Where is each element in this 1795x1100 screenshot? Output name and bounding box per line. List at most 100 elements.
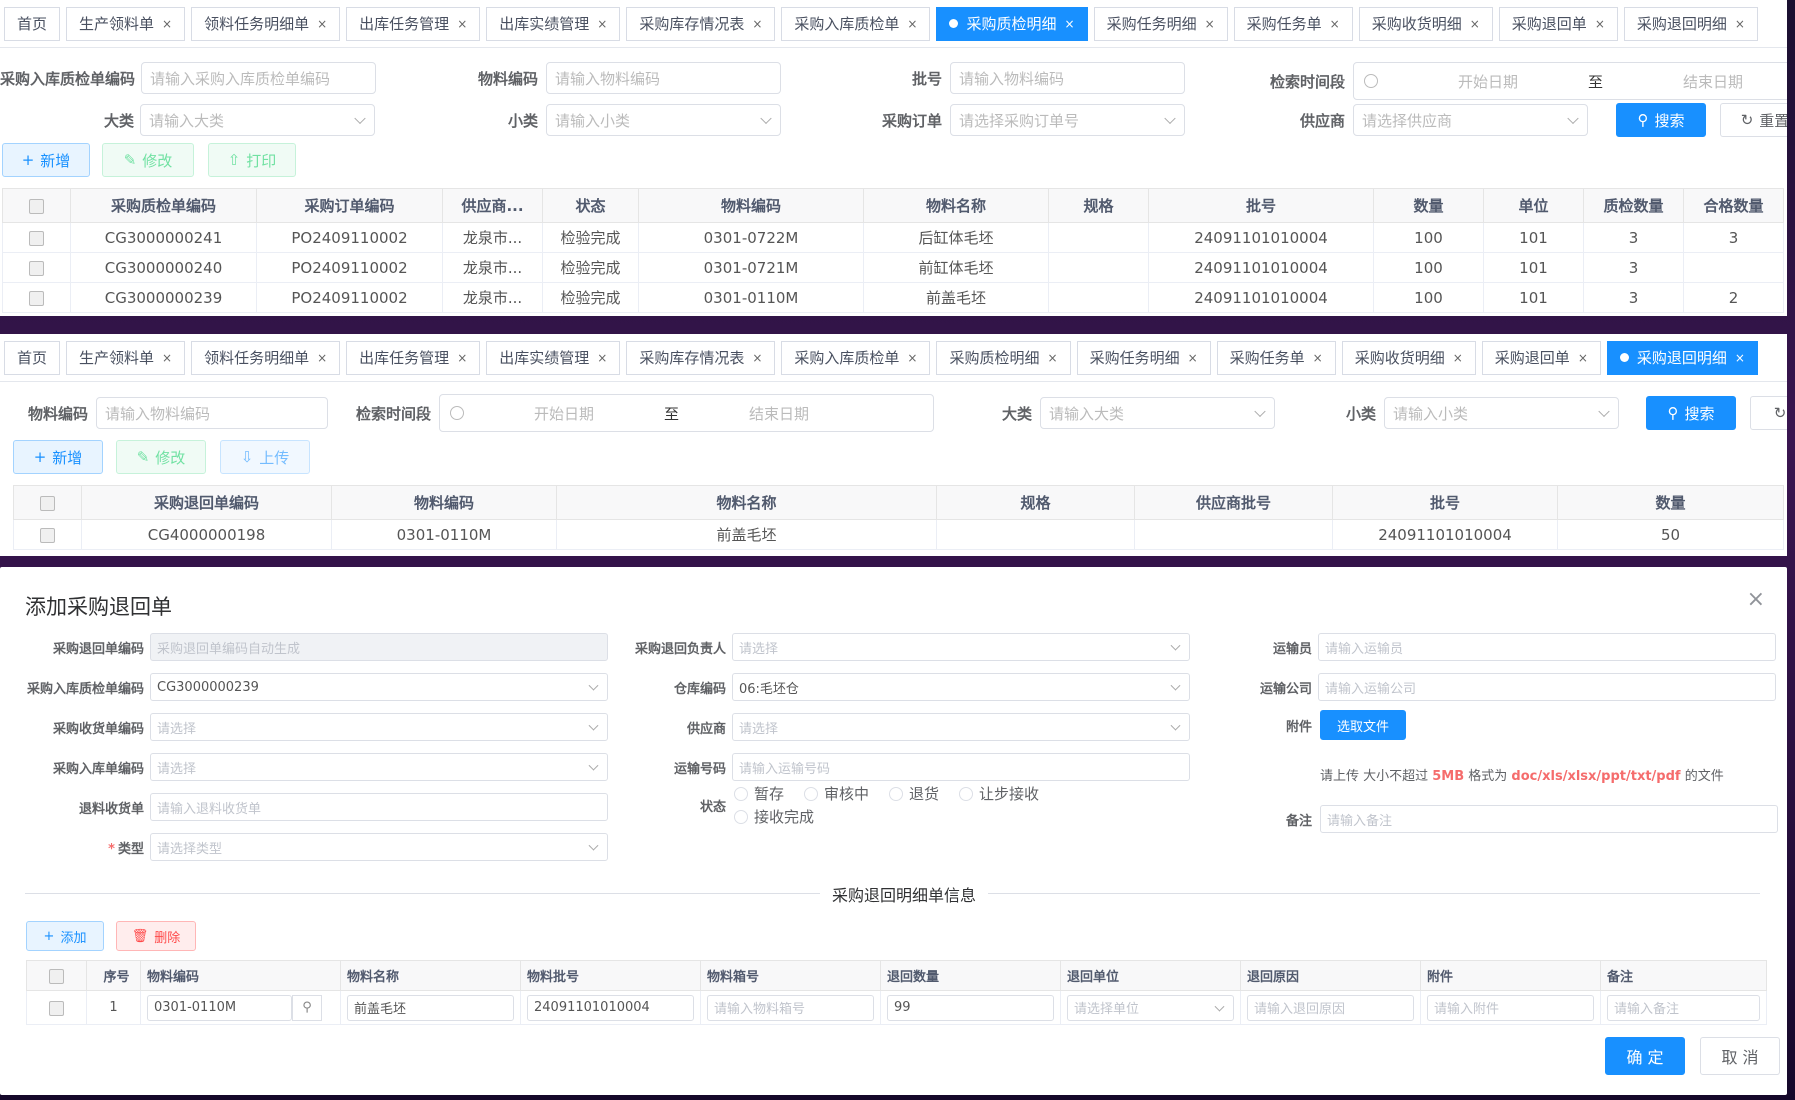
- row-select-cell[interactable]: [26, 990, 87, 1025]
- select-all-cell[interactable]: [13, 485, 82, 520]
- status-radio[interactable]: 让步接收: [959, 783, 1039, 804]
- close-icon[interactable]: ×: [162, 351, 172, 365]
- tab-2[interactable]: 领料任务明细单 ×: [191, 340, 341, 375]
- tab-10[interactable]: 采购收货明细 ×: [1358, 6, 1493, 41]
- edit-button[interactable]: ✎ 修改: [116, 440, 206, 474]
- close-icon[interactable]: ×: [1595, 17, 1605, 31]
- table-row[interactable]: 1 0301-0110M ⚲ 前盖毛坯 24091101010004 请输入物料箱号 99 请…: [26, 990, 1767, 1025]
- close-icon[interactable]: ×: [597, 351, 607, 365]
- po-select[interactable]: 请选择采购订单号: [950, 104, 1186, 136]
- field-input[interactable]: 请输入运输公司: [1318, 673, 1776, 701]
- tab-10[interactable]: 采购收货明细 ×: [1341, 340, 1476, 375]
- row-select-cell[interactable]: [2, 282, 71, 313]
- column-header[interactable]: 物料名称: [556, 485, 937, 520]
- refresh-button[interactable]: ↻: [1750, 396, 1787, 430]
- status-radio[interactable]: 暂存: [734, 783, 784, 804]
- row-checkbox[interactable]: [29, 260, 44, 276]
- small-class-select[interactable]: 请输入小类: [546, 104, 782, 136]
- search-icon[interactable]: ⚲: [292, 994, 322, 1021]
- close-icon[interactable]: ×: [752, 17, 762, 31]
- field-input[interactable]: 请选择: [732, 713, 1190, 741]
- remark-input[interactable]: 请输入备注: [1320, 805, 1778, 833]
- input-qty[interactable]: 99: [887, 994, 1054, 1021]
- column-header[interactable]: 批号: [1332, 485, 1558, 520]
- row-checkbox[interactable]: [29, 230, 44, 246]
- tab-0[interactable]: 首页: [4, 340, 61, 375]
- select-all-cell[interactable]: [26, 960, 87, 991]
- tab-3[interactable]: 出库任务管理 ×: [346, 340, 481, 375]
- column-header[interactable]: 批号: [1148, 188, 1374, 223]
- column-header[interactable]: 附件: [1420, 960, 1601, 991]
- tab-1[interactable]: 生产领料单 ×: [66, 6, 186, 41]
- column-header[interactable]: 单位: [1483, 188, 1584, 223]
- column-header[interactable]: 采购订单编码: [256, 188, 443, 223]
- confirm-button[interactable]: 确 定: [1605, 1037, 1685, 1075]
- tab-9[interactable]: 采购任务单 ×: [1216, 340, 1336, 375]
- tab-12[interactable]: 采购退回明细 ×: [1623, 6, 1758, 41]
- column-header[interactable]: 供应商批号: [1134, 485, 1333, 520]
- close-icon[interactable]: ×: [317, 17, 327, 31]
- tab-8[interactable]: 采购任务明细 ×: [1093, 6, 1228, 41]
- big-class-select[interactable]: 请输入大类: [1040, 397, 1276, 429]
- column-header[interactable]: 物料名称: [863, 188, 1049, 223]
- input-batch[interactable]: 24091101010004: [527, 994, 694, 1021]
- close-icon[interactable]: ×: [1330, 17, 1340, 31]
- column-header[interactable]: 序号: [86, 960, 141, 991]
- tab-1[interactable]: 生产领料单 ×: [66, 340, 186, 375]
- column-header[interactable]: 数量: [1557, 485, 1784, 520]
- field-input[interactable]: CG3000000239: [150, 673, 608, 701]
- column-header[interactable]: 物料编码: [331, 485, 557, 520]
- tab-7[interactable]: 采购质检明细 ×: [936, 340, 1071, 375]
- close-icon[interactable]: ×: [1578, 351, 1588, 365]
- column-header[interactable]: 备注: [1600, 960, 1767, 991]
- tab-4[interactable]: 出库实绩管理 ×: [486, 340, 621, 375]
- column-header[interactable]: 物料箱号: [700, 960, 881, 991]
- tab-7[interactable]: 采购质检明细 ×: [936, 6, 1088, 41]
- input-attach_ph[interactable]: 请输入附件: [1427, 994, 1594, 1021]
- row-select-cell[interactable]: [2, 252, 71, 283]
- field-input[interactable]: 请选择: [150, 753, 608, 781]
- row-select-cell[interactable]: [13, 519, 82, 550]
- close-icon[interactable]: ×: [457, 17, 467, 31]
- close-icon[interactable]: ×: [1470, 17, 1480, 31]
- close-icon[interactable]: ×: [1188, 351, 1198, 365]
- reset-button[interactable]: ↻ 重置: [1720, 103, 1787, 137]
- status-radio[interactable]: 审核中: [804, 783, 869, 804]
- choose-file-button[interactable]: 选取文件: [1320, 710, 1406, 740]
- search-button[interactable]: ⚲ 搜索: [1646, 396, 1736, 430]
- column-header[interactable]: 采购退回单编码: [81, 485, 332, 520]
- select-all-cell[interactable]: [2, 188, 71, 223]
- table-row[interactable]: CG4000000198 0301-0110M 前盖毛坯 24091101010004…: [13, 519, 1784, 550]
- input-reason_ph[interactable]: 请输入退回原因: [1247, 994, 1414, 1021]
- close-icon[interactable]: ×: [1065, 17, 1075, 31]
- close-icon[interactable]: ×: [907, 17, 917, 31]
- column-header[interactable]: 物料编码: [638, 188, 864, 223]
- tab-6[interactable]: 采购入库质检单 ×: [781, 6, 931, 41]
- close-icon[interactable]: ×: [1048, 351, 1058, 365]
- date-range-picker[interactable]: 开始日期 至 结束日期: [1353, 62, 1787, 100]
- close-icon[interactable]: ×: [1735, 17, 1745, 31]
- print-button[interactable]: ⇧ 打印: [208, 143, 296, 177]
- column-header[interactable]: 规格: [936, 485, 1135, 520]
- select-all-checkbox[interactable]: [40, 495, 55, 511]
- mat-code-input[interactable]: 请输入物料编码: [96, 397, 329, 429]
- cancel-button[interactable]: 取 消: [1700, 1037, 1780, 1075]
- column-header[interactable]: 物料名称: [340, 960, 521, 991]
- tab-0[interactable]: 首页: [4, 6, 61, 41]
- input-box_ph[interactable]: 请输入物料箱号: [707, 994, 874, 1021]
- supplier-select[interactable]: 请选择供应商: [1353, 104, 1589, 136]
- edit-button[interactable]: ✎ 修改: [102, 143, 194, 177]
- row-checkbox[interactable]: [49, 1000, 64, 1016]
- column-header[interactable]: 退回单位: [1060, 960, 1241, 991]
- tab-11[interactable]: 采购退回单 ×: [1498, 6, 1618, 41]
- field-input[interactable]: 请选择: [732, 633, 1190, 661]
- row-checkbox[interactable]: [29, 290, 44, 306]
- field-input[interactable]: 请选择类型: [150, 833, 608, 861]
- tab-5[interactable]: 采购库存情况表 ×: [626, 6, 776, 41]
- field-input[interactable]: 请选择: [150, 713, 608, 741]
- close-icon[interactable]: ×: [752, 351, 762, 365]
- column-header[interactable]: 规格: [1048, 188, 1149, 223]
- add-button[interactable]: + 新增: [13, 440, 103, 474]
- table-row[interactable]: CG3000000241 PO2409110002 龙泉市... 检验完成 0301-0…: [2, 222, 1784, 253]
- column-header[interactable]: 退回数量: [880, 960, 1061, 991]
